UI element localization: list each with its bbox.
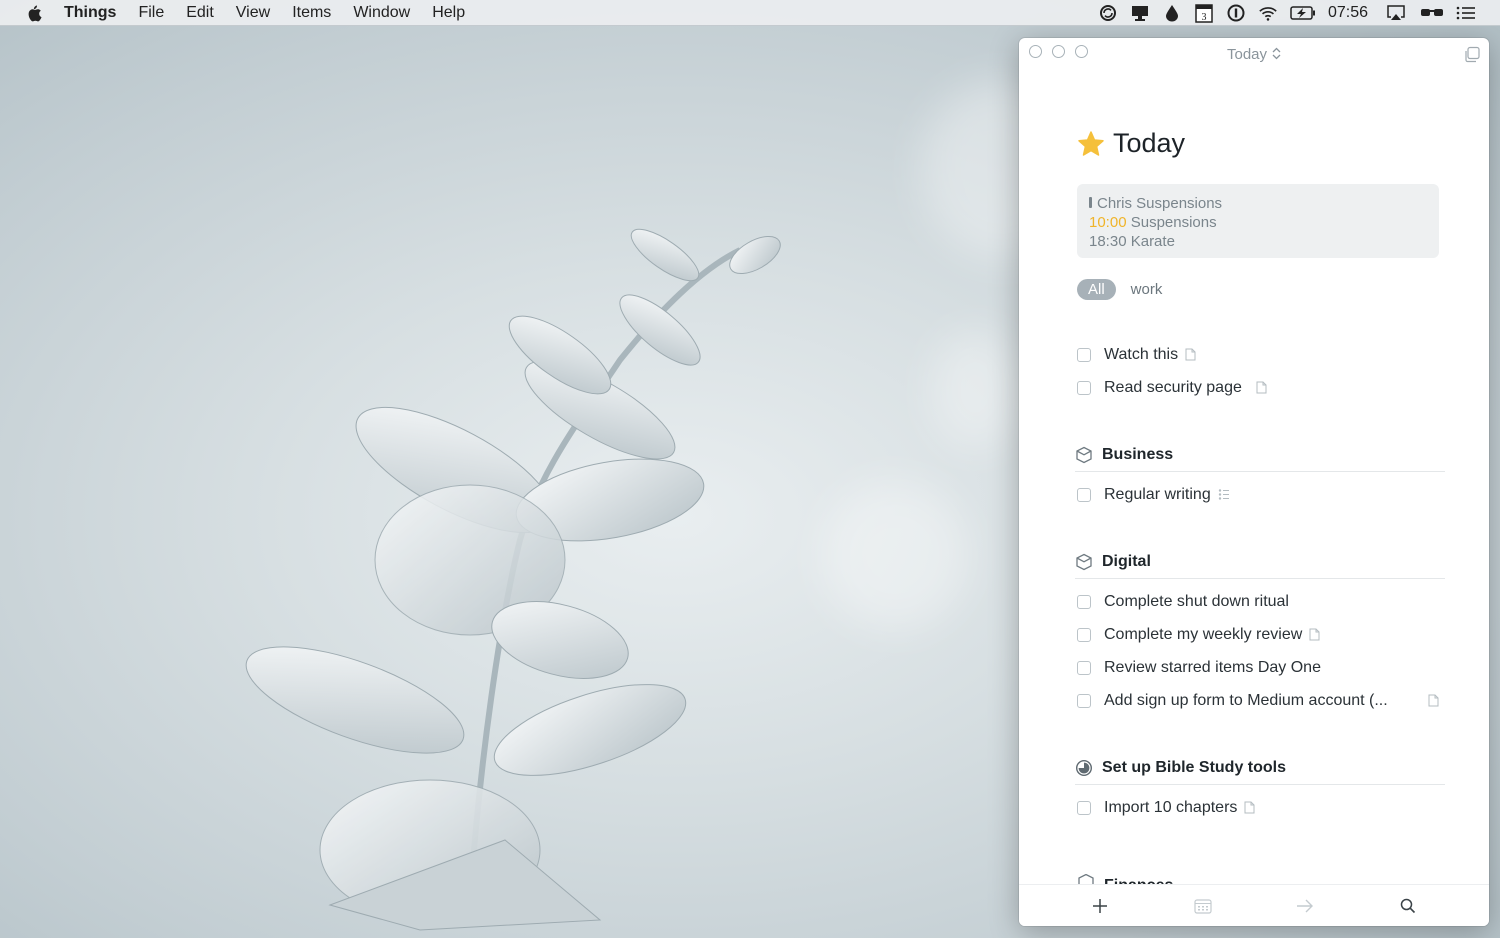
task-title: Regular writing [1104,485,1211,503]
list-selector[interactable]: Today [1019,46,1489,64]
sync-icon[interactable] [1098,4,1118,22]
search-icon[interactable] [1397,895,1419,917]
task-checkbox[interactable] [1077,380,1091,395]
section-title: Digital [1102,552,1151,570]
task-title: Import 10 chapters [1104,798,1238,816]
task-checkbox[interactable] [1077,800,1091,815]
things-window: Today Today Chris Suspensions 10:00 Susp… [1019,38,1489,926]
task-title: Complete my weekly review [1104,625,1303,643]
page-title: Today [1113,128,1186,158]
menu-app-name[interactable]: Things [64,4,116,22]
bottom-toolbar [1019,884,1489,926]
glasses-icon[interactable] [1420,4,1444,22]
task-title: Complete shut down ritual [1104,592,1289,610]
task-title: Review starred items Day One [1104,658,1321,676]
section-title: Set up Bible Study tools [1102,758,1287,776]
battery-charging-icon[interactable] [1290,4,1316,22]
calendar-icon[interactable]: 3 [1194,3,1214,23]
task-title: Watch this [1104,345,1179,363]
tag-work[interactable]: work [1120,279,1174,300]
display-icon[interactable] [1130,4,1150,22]
task-checkbox[interactable] [1077,347,1091,362]
task-checkbox[interactable] [1077,594,1091,609]
onepassword-icon[interactable] [1226,4,1246,22]
calendar-event: 18:30 Karate [1089,232,1427,251]
window-title: Today [1226,46,1268,63]
all-day-marker-icon [1089,197,1092,208]
task-item[interactable]: Read security page [1075,371,1445,404]
menu-file[interactable]: File [138,4,164,22]
add-icon[interactable] [1089,895,1111,917]
event-time: 10:00 [1089,214,1127,231]
page-heading: Today [1077,128,1185,159]
task-item[interactable]: Complete shut down ritual [1075,585,1445,618]
area-box-icon [1075,446,1093,464]
star-icon [1077,130,1105,158]
task-item[interactable]: Watch this [1075,338,1445,371]
task-item[interactable]: Import 10 chapters [1075,791,1445,824]
area-header-business[interactable]: Business [1075,438,1445,472]
task-item[interactable]: Add sign up form to Medium account (... [1075,684,1445,717]
event-title: Chris Suspensions [1097,195,1223,212]
task-checkbox[interactable] [1077,627,1091,642]
list-icon[interactable] [1456,4,1476,22]
task-title: Read security page [1104,378,1242,396]
new-window-icon[interactable] [1463,46,1481,64]
project-progress-icon [1075,759,1093,777]
event-time: 18:30 [1089,233,1127,250]
note-icon [1244,801,1255,814]
event-title: Karate [1130,233,1175,250]
task-checkbox[interactable] [1077,660,1091,675]
area-header-digital[interactable]: Digital [1075,545,1445,579]
note-icon [1428,694,1439,707]
menu-view[interactable]: View [236,4,270,22]
status-menu-area: 3 07:56 [1098,0,1500,26]
section-title: Business [1102,445,1174,463]
window-titlebar[interactable]: Today [1019,38,1489,70]
event-title: Suspensions [1130,214,1217,231]
task-item[interactable]: Complete my weekly review [1075,618,1445,651]
airplay-icon[interactable] [1386,4,1406,22]
task-item[interactable]: Review starred items Day One [1075,651,1445,684]
project-header-bible-study[interactable]: Set up Bible Study tools [1075,751,1445,785]
area-box-icon [1075,553,1093,571]
calendar-event: Chris Suspensions [1089,194,1427,213]
menu-help[interactable]: Help [432,4,465,22]
task-list: Watch this Read security page Business R… [1075,338,1445,824]
menu-window[interactable]: Window [353,4,410,22]
eucalyptus-plant-image [245,228,781,931]
task-checkbox[interactable] [1077,487,1091,502]
svg-text:3: 3 [1201,12,1206,23]
menu-bar: Things File Edit View Items Window Help … [0,0,1500,26]
menu-items[interactable]: Items [292,4,331,22]
task-checkbox[interactable] [1077,693,1091,708]
note-icon [1256,381,1267,394]
note-icon [1185,348,1196,361]
move-arrow-icon[interactable] [1294,895,1316,917]
calendar-icon[interactable] [1192,895,1214,917]
menubar-clock[interactable]: 07:56 [1328,4,1368,22]
task-title: Add sign up form to Medium account (... [1104,691,1388,709]
wifi-icon[interactable] [1258,4,1278,22]
tag-filter: All work [1077,279,1177,300]
calendar-event: 10:00 Suspensions [1089,213,1427,232]
drop-icon[interactable] [1162,4,1182,22]
tag-all[interactable]: All [1077,279,1116,300]
task-item[interactable]: Regular writing [1075,478,1445,511]
calendar-events[interactable]: Chris Suspensions 10:00 Suspensions 18:3… [1077,184,1439,258]
apple-menu-icon[interactable] [24,4,44,22]
menu-edit[interactable]: Edit [186,4,214,22]
checklist-icon [1218,489,1229,500]
chevron-updown-icon [1272,47,1281,64]
note-icon [1309,628,1320,641]
